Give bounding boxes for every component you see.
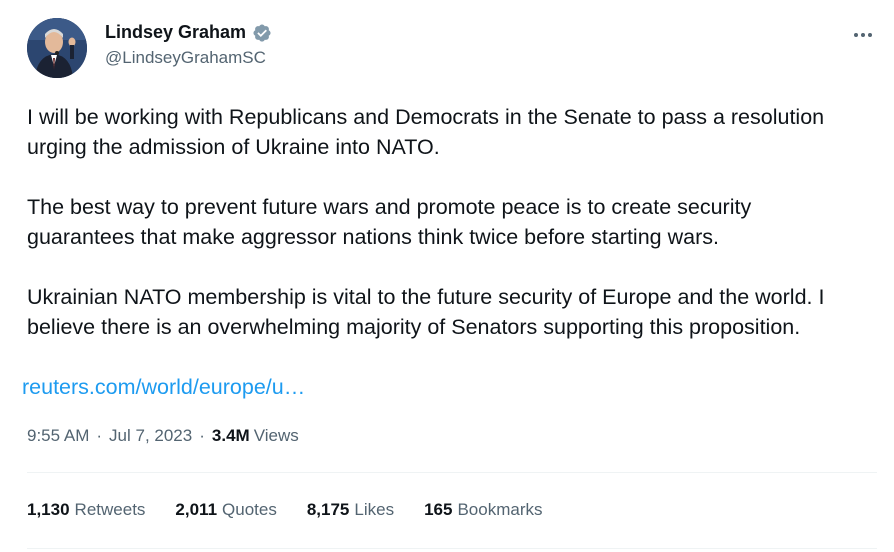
meta-separator: · (96, 426, 103, 445)
meta-separator: · (199, 426, 205, 445)
author-name-row: Lindsey Graham (105, 22, 272, 43)
bookmarks-stat[interactable]: 165 Bookmarks (424, 500, 542, 520)
author-handle[interactable]: @LindseyGrahamSC (105, 48, 266, 68)
quotes-stat[interactable]: 2,011 Quotes (175, 500, 276, 520)
divider (27, 548, 877, 549)
views-label: Views (253, 426, 299, 445)
tweet-paragraph: Ukrainian NATO membership is vital to th… (27, 285, 825, 339)
retweets-stat[interactable]: 1,130 Retweets (27, 500, 145, 520)
tweet-paragraph: I will be working with Republicans and D… (27, 105, 825, 159)
tweet-card: Lindsey Graham @LindseyGrahamSC I will b… (0, 0, 894, 552)
verified-badge-icon[interactable] (252, 23, 272, 43)
likes-stat[interactable]: 8,175 Likes (307, 500, 394, 520)
more-options-icon[interactable] (849, 24, 877, 46)
author-display-name[interactable]: Lindsey Graham (105, 22, 246, 43)
avatar[interactable] (27, 18, 87, 78)
article-link[interactable]: reuters.com/world/europe/u… (22, 372, 305, 402)
divider (27, 472, 877, 473)
engagement-stats: 1,130 Retweets 2,011 Quotes 8,175 Likes 165… (27, 500, 572, 520)
tweet-text: I will be working with Republicans and D… (27, 102, 889, 372)
tweet-paragraph: The best way to prevent future wars and … (27, 195, 752, 249)
tweet-meta: 9:55 AM · Jul 7, 2023 · 3.4M Views (27, 426, 299, 446)
views-count: 3.4M (211, 426, 250, 445)
tweet-time[interactable]: 9:55 AM (27, 426, 89, 446)
tweet-date[interactable]: Jul 7, 2023 (109, 426, 192, 446)
